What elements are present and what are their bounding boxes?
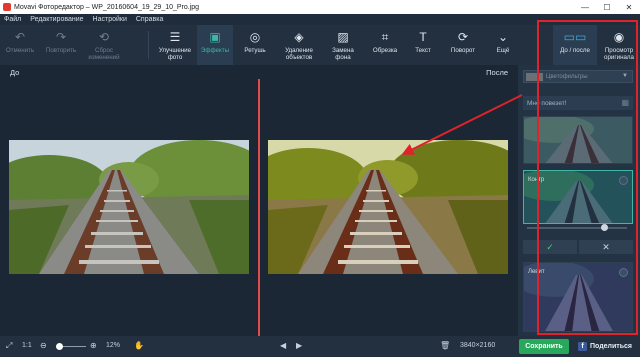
undo-label: Отменить [5, 47, 35, 54]
image-resolution: 3840×2160 [460, 342, 496, 349]
eraser-icon: ◈ [294, 29, 304, 44]
menu-edit[interactable]: Редактирование [30, 16, 83, 23]
rotate-button[interactable]: ⟳ Поворот [443, 25, 483, 65]
redo-button[interactable]: ↷ Повторить [40, 25, 82, 65]
effects-label: Эффекты [200, 47, 230, 54]
redo-icon: ↷ [55, 29, 67, 44]
hand-tool-icon[interactable]: ✋ [134, 341, 144, 350]
text-label: Текст [415, 47, 431, 54]
fit-screen-icon[interactable]: ⤢ [6, 341, 12, 351]
menu-help[interactable]: Справка [136, 16, 163, 23]
minimize-button[interactable]: — [574, 3, 596, 12]
after-label: После [486, 68, 508, 77]
before-photo [9, 140, 249, 274]
text-icon: T [419, 29, 427, 44]
enhance-label: Улучшение фото [158, 47, 192, 61]
reset-label: Сброс изменений [88, 47, 120, 61]
undo-button[interactable]: ↶ Отменить [2, 25, 38, 65]
app-window: Movavi Фоторедактор – WP_20160604_19_29_… [0, 0, 640, 357]
reset-icon: ⟲ [98, 29, 110, 44]
effects-button[interactable]: ▣ Эффекты [197, 25, 233, 65]
zoom-in-icon[interactable]: ⊕ [90, 341, 97, 350]
remove-objects-label: Удаление объектов [285, 47, 313, 61]
menu-settings[interactable]: Настройки [93, 16, 127, 23]
replace-bg-button[interactable]: ▨ Замена фона [324, 25, 362, 65]
save-button[interactable]: Сохранить [519, 339, 569, 354]
maximize-button[interactable]: ☐ [596, 3, 618, 12]
before-label: До [10, 68, 20, 77]
previous-image-icon[interactable]: ◀ [280, 341, 286, 350]
sliders-icon: ☰ [169, 29, 181, 44]
enhance-button[interactable]: ☰ Улучшение фото [154, 25, 196, 65]
crop-label: Обрезка [372, 47, 398, 54]
compare-split-line[interactable] [258, 79, 260, 336]
share-button[interactable]: f Поделиться [573, 339, 637, 354]
retouch-icon: ◎ [249, 29, 261, 44]
zoom-slider-knob[interactable] [56, 343, 63, 350]
window-title: Movavi Фоторедактор – WP_20160604_19_29_… [14, 3, 200, 11]
redo-label: Повторить [45, 47, 77, 54]
zoom-percent: 12% [106, 342, 121, 349]
chevron-down-icon: ⌄ [497, 29, 509, 44]
facebook-icon: f [577, 342, 587, 351]
crop-icon: ⌗ [381, 29, 389, 44]
title-bar: Movavi Фоторедактор – WP_20160604_19_29_… [0, 0, 640, 14]
rotate-icon: ⟳ [457, 29, 469, 44]
background-icon: ▨ [337, 29, 349, 44]
rotate-label: Поворот [450, 47, 476, 54]
next-image-icon[interactable]: ▶ [296, 341, 302, 350]
retouch-button[interactable]: ◎ Ретушь [236, 25, 274, 65]
menu-file[interactable]: Файл [4, 16, 21, 23]
retouch-label: Ретушь [244, 47, 266, 54]
replace-bg-label: Замена фона [332, 47, 354, 61]
remove-objects-button[interactable]: ◈ Удаление объектов [278, 25, 320, 65]
after-photo [268, 140, 508, 274]
crop-button[interactable]: ⌗ Обрезка [366, 25, 404, 65]
share-label: Поделиться [589, 343, 632, 350]
zoom-out-icon[interactable]: ⊖ [40, 341, 47, 350]
compare-labels: До После [0, 65, 518, 79]
more-button[interactable]: ⌄ Ещё [488, 25, 518, 65]
effects-icon: ▣ [209, 29, 221, 44]
close-button[interactable]: ✕ [618, 3, 640, 12]
trash-icon[interactable]: 🗑 [440, 341, 450, 350]
reset-button[interactable]: ⟲ Сброс изменений [84, 25, 124, 65]
undo-icon: ↶ [14, 29, 26, 44]
actual-size-button[interactable]: 1:1 [22, 342, 32, 349]
zoom-slider-track[interactable] [62, 346, 86, 347]
toolbar-divider [148, 31, 149, 59]
more-label: Ещё [496, 47, 510, 54]
status-bar: ⤢ 1:1 ⊖ ⊕ 12% ✋ ◀ ▶ 🗑 3840×2160 Сохранит… [0, 336, 640, 357]
text-button[interactable]: T Текст [406, 25, 440, 65]
annotation-highlight-box [537, 20, 638, 335]
app-logo-icon [3, 3, 11, 11]
